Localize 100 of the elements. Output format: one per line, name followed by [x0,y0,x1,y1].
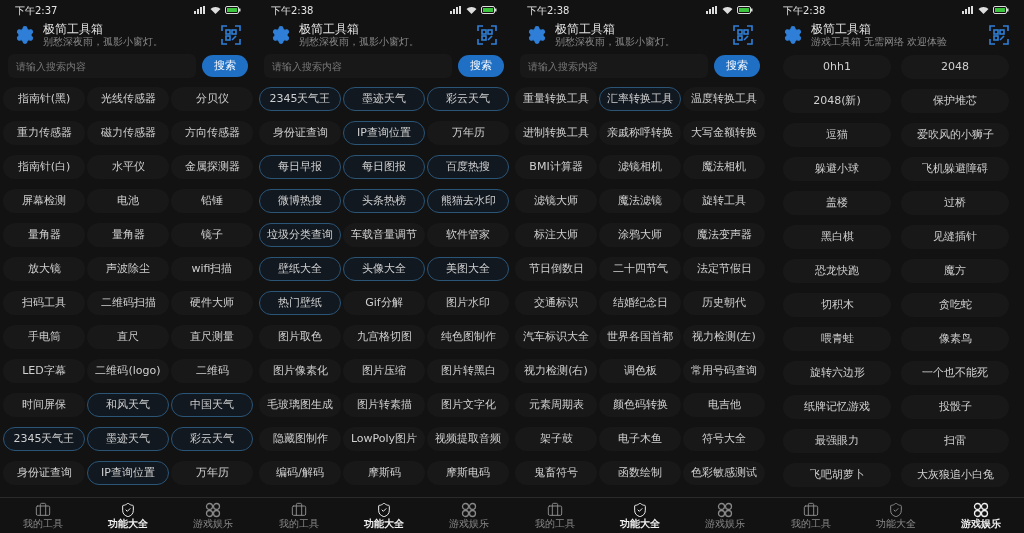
tool-button[interactable]: 电池 [87,189,169,213]
tool-button[interactable]: 直尺 [87,325,169,349]
tool-button[interactable]: 硬件大师 [171,291,253,315]
nav-tab[interactable]: 我的工具 [0,498,86,533]
tool-button[interactable]: 直尺测量 [171,325,253,349]
tool-button[interactable]: IP查询位置 [343,121,425,145]
search-field[interactable]: 请输入搜索内容 [264,54,452,78]
tool-button[interactable]: 滤镜大师 [515,189,597,213]
tool-button[interactable]: 手电筒 [3,325,85,349]
nav-tab[interactable]: 我的工具 [256,498,342,533]
tool-button[interactable]: 万年历 [171,461,253,485]
tool-button[interactable]: 结婚纪念日 [599,291,681,315]
nav-tab[interactable]: 我的工具 [768,498,854,533]
tool-button[interactable]: 盖楼 [783,191,891,215]
tool-button[interactable]: 墨迹天气 [343,87,425,111]
tool-button[interactable]: 颜色码转换 [599,393,681,417]
tool-button[interactable]: 重量转换工具 [515,87,597,111]
tool-button[interactable]: 身份证查询 [3,461,85,485]
search-field[interactable]: 请输入搜索内容 [8,54,196,78]
nav-tab[interactable]: 功能大全 [853,498,939,533]
tool-button[interactable]: 摩斯码 [343,461,425,485]
scan-icon[interactable] [989,25,1009,45]
tool-button[interactable]: 调色板 [599,359,681,383]
tool-button[interactable]: 视力检测(右) [515,359,597,383]
tool-button[interactable]: 热门壁纸 [259,291,341,315]
tool-button[interactable]: 软件管家 [427,223,509,247]
tool-button[interactable]: 量角器 [87,223,169,247]
tool-button[interactable]: 隐藏图制作 [259,427,341,451]
tool-button[interactable]: 逗猫 [783,123,891,147]
tool-button[interactable]: 喂青蛙 [783,327,891,351]
search-button[interactable]: 搜索 [458,55,504,77]
tool-button[interactable]: 图片水印 [427,291,509,315]
tool-button[interactable]: 微博热搜 [259,189,341,213]
tool-button[interactable]: 纯色图制作 [427,325,509,349]
tool-button[interactable]: 进制转换工具 [515,121,597,145]
tool-button[interactable]: 过桥 [901,191,1009,215]
tool-button[interactable]: 旋转工具 [683,189,765,213]
tool-button[interactable]: 金属探测器 [171,155,253,179]
search-field[interactable]: 请输入搜索内容 [520,54,708,78]
tool-button[interactable]: BMI计算器 [515,155,597,179]
tool-button[interactable]: 世界各国首都 [599,325,681,349]
tool-button[interactable]: 2345天气王 [3,427,85,451]
tool-button[interactable]: 亲戚称呼转换 [599,121,681,145]
tool-button[interactable]: 美图大全 [427,257,509,281]
tool-button[interactable]: 图片压缩 [343,359,425,383]
tool-button[interactable]: wifi扫描 [171,257,253,281]
tool-button[interactable]: 方向传感器 [171,121,253,145]
tool-button[interactable]: 编码/解码 [259,461,341,485]
tool-button[interactable]: 飞吧胡萝卜 [783,463,891,487]
tool-button[interactable]: 万年历 [427,121,509,145]
tool-button[interactable]: 图片转黑白 [427,359,509,383]
tool-button[interactable]: 声波除尘 [87,257,169,281]
tool-button[interactable]: 每日早报 [259,155,341,179]
tool-button[interactable]: 投骰子 [901,395,1009,419]
tool-button[interactable]: 温度转换工具 [683,87,765,111]
tool-button[interactable]: 垃圾分类查询 [259,223,341,247]
tool-button[interactable]: 见缝插针 [901,225,1009,249]
tool-button[interactable]: 九宫格切图 [343,325,425,349]
tool-button[interactable]: 汽车标识大全 [515,325,597,349]
tool-button[interactable]: 旋转六边形 [783,361,891,385]
tool-button[interactable]: 魔法相机 [683,155,765,179]
tool-button[interactable]: 像素鸟 [901,327,1009,351]
search-button[interactable]: 搜索 [202,55,248,77]
tool-button[interactable]: 磁力传感器 [87,121,169,145]
tool-button[interactable]: 图片转素描 [343,393,425,417]
nav-tab[interactable]: 功能大全 [341,498,427,533]
tool-button[interactable]: 铅锤 [171,189,253,213]
tool-button[interactable]: 时间屏保 [3,393,85,417]
tool-button[interactable]: 分贝仪 [171,87,253,111]
tool-button[interactable]: 电吉他 [683,393,765,417]
tool-button[interactable]: 符号大全 [683,427,765,451]
tool-button[interactable]: 重力传感器 [3,121,85,145]
tool-button[interactable]: Gif分解 [343,291,425,315]
tool-button[interactable]: 放大镜 [3,257,85,281]
tool-button[interactable]: 切积木 [783,293,891,317]
nav-tab[interactable]: 游戏娱乐 [938,498,1024,533]
tool-button[interactable]: 屏幕检测 [3,189,85,213]
tool-button[interactable]: 2048 [901,55,1009,79]
tool-button[interactable]: 图片像素化 [259,359,341,383]
nav-tab[interactable]: 我的工具 [512,498,598,533]
tool-button[interactable]: 贪吃蛇 [901,293,1009,317]
tool-button[interactable]: 一个也不能死 [901,361,1009,385]
tool-button[interactable]: 视力检测(左) [683,325,765,349]
tool-button[interactable]: 身份证查询 [259,121,341,145]
tool-button[interactable]: 架子鼓 [515,427,597,451]
tool-button[interactable]: 视频提取音频 [427,427,509,451]
tool-button[interactable]: 摩斯电码 [427,461,509,485]
nav-tab[interactable]: 功能大全 [597,498,683,533]
tool-button[interactable]: 头像大全 [343,257,425,281]
scan-icon[interactable] [221,25,241,45]
tool-button[interactable]: 扫雷 [901,429,1009,453]
tool-button[interactable]: IP查询位置 [87,461,169,485]
tool-button[interactable]: 壁纸大全 [259,257,341,281]
tool-button[interactable]: 大写金额转换 [683,121,765,145]
tool-button[interactable]: 最强眼力 [783,429,891,453]
tool-button[interactable]: 和风天气 [87,393,169,417]
tool-button[interactable]: 涂鸦大师 [599,223,681,247]
tool-button[interactable]: 纸牌记忆游戏 [783,395,891,419]
scan-icon[interactable] [733,25,753,45]
tool-button[interactable]: 函数绘制 [599,461,681,485]
